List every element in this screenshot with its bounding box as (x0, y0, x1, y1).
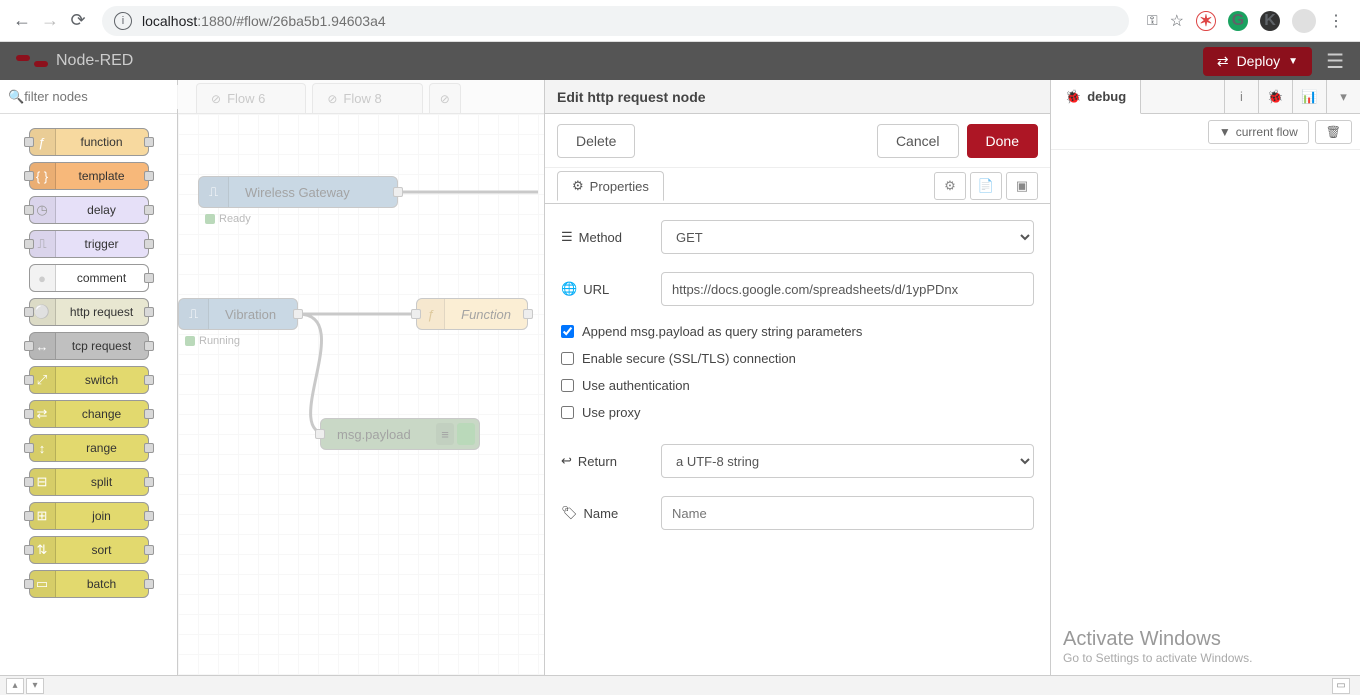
node-description-icon[interactable]: 📄 (970, 172, 1002, 200)
palette-node-trigger[interactable]: ⎍trigger (29, 230, 149, 258)
logo-icon (16, 53, 48, 69)
url-domain: localhost (142, 13, 197, 29)
footer-up-button[interactable]: ▴ (6, 678, 24, 694)
sidebar-debug-icon[interactable]: 🐞 (1258, 80, 1292, 113)
bug-icon: 🐞 (1065, 89, 1081, 105)
return-select[interactable]: a UTF-8 string (661, 444, 1034, 478)
clear-debug-button[interactable]: 🗑 (1315, 120, 1352, 144)
palette-node-change[interactable]: ⇄change (29, 400, 149, 428)
browser-back[interactable]: ← (8, 7, 36, 35)
palette-node-split[interactable]: ⊟split (29, 468, 149, 496)
palette-node-delay[interactable]: ◷delay (29, 196, 149, 224)
deploy-label: Deploy (1237, 53, 1281, 69)
sidebar-tab-debug[interactable]: 🐞debug (1051, 80, 1141, 114)
deploy-caret-icon: ▼ (1288, 56, 1298, 67)
palette-node-join[interactable]: ⊞join (29, 502, 149, 530)
return-label: ↩Return (561, 453, 661, 469)
trash-icon: 🗑 (1326, 125, 1341, 139)
ssl-label: Enable secure (SSL/TLS) connection (582, 351, 796, 366)
windows-watermark: Activate Windows Go to Settings to activ… (1063, 628, 1252, 665)
properties-tab[interactable]: ⚙Properties (557, 171, 664, 201)
url-port: :1880 (197, 13, 232, 29)
edit-tray: Edit http request node Delete Cancel Don… (544, 80, 1050, 675)
password-key-icon[interactable]: ⚿ (1147, 12, 1158, 29)
url-bar[interactable]: i localhost:1880/#flow/26ba5b1.94603a4 (102, 6, 1129, 36)
node-appearance-icon[interactable]: ▣ (1006, 172, 1038, 200)
name-input[interactable] (661, 496, 1034, 530)
sidebar-info-icon[interactable]: i (1224, 80, 1258, 113)
url-label: 🌐URL (561, 281, 661, 297)
app-name: Node-RED (56, 52, 133, 70)
auth-label: Use authentication (582, 378, 690, 393)
sidebar-chart-icon[interactable]: 📊 (1292, 80, 1326, 113)
auth-checkbox[interactable] (561, 379, 574, 392)
name-label: 🏷Name (561, 505, 661, 521)
debug-messages: Activate Windows Go to Settings to activ… (1051, 150, 1360, 675)
append-payload-label: Append msg.payload as query string param… (582, 324, 862, 339)
browser-reload[interactable]: ⟳ (64, 7, 92, 35)
palette-node-comment[interactable]: ●comment (29, 264, 149, 292)
palette-node-switch[interactable]: ⤢switch (29, 366, 149, 394)
delete-button[interactable]: Delete (557, 124, 635, 158)
footer-down-button[interactable]: ▾ (26, 678, 44, 694)
extension-icon-2[interactable]: G (1228, 11, 1248, 31)
profile-avatar[interactable] (1292, 9, 1316, 33)
current-flow-filter[interactable]: ▼current flow (1208, 120, 1309, 144)
tag-icon: 🏷 (561, 505, 578, 521)
main-menu-icon[interactable]: ☰ (1326, 49, 1344, 74)
globe-icon: 🌐 (561, 281, 577, 297)
palette-node-batch[interactable]: ▭batch (29, 570, 149, 598)
proxy-label: Use proxy (582, 405, 641, 420)
palette: 🔍 ◀ ƒfunction { }template ◷delay ⎍trigge… (0, 80, 178, 675)
browser-menu-icon[interactable]: ⋮ (1328, 11, 1344, 31)
ssl-checkbox[interactable] (561, 352, 574, 365)
app-logo: Node-RED (16, 52, 133, 70)
method-select[interactable]: GET (661, 220, 1034, 254)
edit-tray-title: Edit http request node (545, 80, 1050, 114)
append-payload-checkbox[interactable] (561, 325, 574, 338)
palette-node-sort[interactable]: ⇅sort (29, 536, 149, 564)
return-icon: ↩ (561, 453, 572, 469)
node-settings-icon[interactable]: ⚙ (934, 172, 966, 200)
deploy-button[interactable]: ⇄ Deploy ▼ (1203, 47, 1312, 76)
sidebar: 🐞debug i 🐞 📊 ▾ ▼current flow 🗑 Activate … (1050, 80, 1360, 675)
extension-icon-3[interactable]: K (1260, 11, 1280, 31)
palette-node-function[interactable]: ƒfunction (29, 128, 149, 156)
cancel-button[interactable]: Cancel (877, 124, 959, 158)
site-info-icon[interactable]: i (114, 12, 132, 30)
list-icon: ☰ (561, 229, 573, 245)
method-label: ☰Method (561, 229, 661, 245)
footer-tray-button[interactable]: ▭ (1332, 678, 1350, 694)
done-button[interactable]: Done (967, 124, 1038, 158)
workspace: ⊘Flow 6 ⊘Flow 8 ⊘ ⎍ Wireless Gateway Rea… (178, 80, 1050, 675)
palette-node-range[interactable]: ↕range (29, 434, 149, 462)
browser-forward[interactable]: → (36, 7, 64, 35)
palette-filter-input[interactable] (24, 89, 200, 104)
gear-icon: ⚙ (572, 178, 584, 194)
extension-icon-1[interactable]: ✶ (1196, 11, 1216, 31)
url-path: /#flow/26ba5b1.94603a4 (232, 13, 385, 29)
deploy-icon: ⇄ (1217, 53, 1229, 70)
palette-node-template[interactable]: { }template (29, 162, 149, 190)
palette-node-tcp-request[interactable]: ↔tcp request (29, 332, 149, 360)
url-input[interactable] (661, 272, 1034, 306)
palette-node-http-request[interactable]: ⚪http request (29, 298, 149, 326)
sidebar-caret-icon[interactable]: ▾ (1326, 80, 1360, 113)
bookmark-star-icon[interactable]: ☆ (1170, 11, 1184, 31)
filter-icon: ▼ (1219, 125, 1231, 139)
proxy-checkbox[interactable] (561, 406, 574, 419)
search-icon: 🔍 (8, 89, 24, 105)
